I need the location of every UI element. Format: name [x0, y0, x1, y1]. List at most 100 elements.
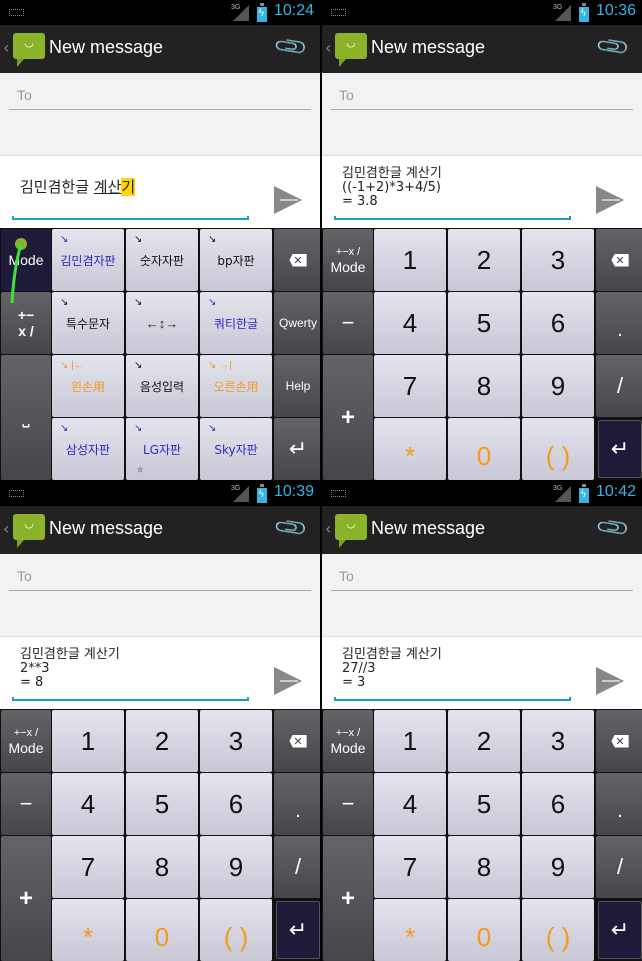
- digit-key[interactable]: 2: [448, 710, 520, 772]
- send-icon[interactable]: [274, 667, 302, 695]
- digit-key[interactable]: 4: [52, 773, 124, 835]
- signal-icon: 3G: [231, 485, 249, 502]
- digit-key[interactable]: 7: [374, 355, 446, 417]
- digit-key[interactable]: 8: [448, 355, 520, 417]
- space-key[interactable]: ⎵: [1, 355, 51, 480]
- mode-key[interactable]: +−x / Mode: [323, 229, 373, 291]
- operator-key[interactable]: *: [374, 418, 446, 480]
- operator-key[interactable]: *: [374, 899, 446, 961]
- layout-key[interactable]: ↘ Sky자판: [200, 418, 272, 480]
- back-icon[interactable]: ‹: [325, 38, 331, 57]
- messaging-app-icon[interactable]: ◡: [13, 33, 45, 67]
- digit-key[interactable]: 2: [448, 229, 520, 291]
- mode-key[interactable]: +−x / Mode: [323, 710, 373, 772]
- plus-key[interactable]: +: [1, 836, 51, 961]
- messaging-app-icon[interactable]: ◡: [13, 514, 45, 548]
- digit-key[interactable]: 1: [374, 710, 446, 772]
- attach-icon[interactable]: 📎: [595, 29, 632, 66]
- mode-key[interactable]: +−x / Mode: [1, 710, 51, 772]
- digit-key[interactable]: 6: [522, 292, 594, 354]
- digit-key[interactable]: 8: [448, 836, 520, 898]
- message-input-text[interactable]: 김민겸한글 계산기: [20, 178, 136, 196]
- digit-key[interactable]: 7: [374, 836, 446, 898]
- plus-key[interactable]: +: [323, 355, 373, 480]
- backspace-key[interactable]: ✕: [596, 710, 642, 772]
- minus-key[interactable]: −: [323, 773, 373, 835]
- qwerty-key[interactable]: Qwerty: [274, 292, 320, 354]
- digit-key[interactable]: 1: [374, 229, 446, 291]
- digit-key[interactable]: 1: [52, 710, 124, 772]
- to-field[interactable]: To: [9, 566, 311, 591]
- layout-key[interactable]: ↘ 숫자자판: [126, 229, 198, 291]
- digit-key[interactable]: 5: [448, 292, 520, 354]
- layout-key[interactable]: ↘ 특수문자: [52, 292, 124, 354]
- digit-key[interactable]: 9: [200, 836, 272, 898]
- digit-key[interactable]: 6: [200, 773, 272, 835]
- minus-key[interactable]: −: [1, 773, 51, 835]
- layout-key[interactable]: ↘ bp자판: [200, 229, 272, 291]
- backspace-key[interactable]: ✕: [596, 229, 642, 291]
- messaging-app-icon[interactable]: ◡: [335, 33, 367, 67]
- dot-key[interactable]: .: [596, 292, 642, 354]
- layout-key[interactable]: ↘ 쿼티한글: [200, 292, 272, 354]
- slash-key[interactable]: /: [596, 836, 642, 898]
- back-icon[interactable]: ‹: [3, 519, 9, 538]
- dot-key[interactable]: .: [596, 773, 642, 835]
- to-field[interactable]: To: [331, 566, 633, 591]
- layout-key[interactable]: ↘ 음성입력: [126, 355, 198, 417]
- operator-key[interactable]: 0: [126, 899, 198, 961]
- message-input-text[interactable]: 김민겸한글 계산기 ((-1+2)*3+4/5) = 3.8: [342, 167, 442, 209]
- attach-icon[interactable]: 📎: [273, 29, 310, 66]
- slash-key[interactable]: /: [596, 355, 642, 417]
- message-composer: 김민겸한글 계산기 2**3 = 8: [0, 636, 320, 709]
- operator-key[interactable]: ( ): [522, 899, 594, 961]
- digit-key[interactable]: 7: [52, 836, 124, 898]
- digit-key[interactable]: 5: [448, 773, 520, 835]
- send-icon[interactable]: [274, 186, 302, 214]
- enter-key[interactable]: ↵: [276, 901, 320, 959]
- digit-key[interactable]: 8: [126, 836, 198, 898]
- layout-key[interactable]: ↘ 삼성자판: [52, 418, 124, 480]
- attach-icon[interactable]: 📎: [595, 510, 632, 547]
- attach-icon[interactable]: 📎: [273, 510, 310, 547]
- digit-key[interactable]: 9: [522, 836, 594, 898]
- send-icon[interactable]: [596, 667, 624, 695]
- backspace-key[interactable]: ✕: [274, 229, 320, 291]
- to-field[interactable]: To: [9, 85, 311, 110]
- to-field[interactable]: To: [331, 85, 633, 110]
- message-input-text[interactable]: 김민겸한글 계산기 27//3 = 3: [342, 648, 442, 690]
- plus-key[interactable]: +: [323, 836, 373, 961]
- digit-key[interactable]: 9: [522, 355, 594, 417]
- operator-key[interactable]: 0: [448, 418, 520, 480]
- layout-key[interactable]: ↘ ←↕→: [126, 292, 198, 354]
- slash-key[interactable]: /: [274, 836, 320, 898]
- back-icon[interactable]: ‹: [3, 38, 9, 57]
- send-icon[interactable]: [596, 186, 624, 214]
- help-key[interactable]: Help: [274, 355, 320, 417]
- operator-key[interactable]: ( ): [522, 418, 594, 480]
- operator-key[interactable]: *: [52, 899, 124, 961]
- layout-key[interactable]: ↘ 김민겸자판: [52, 229, 124, 291]
- back-icon[interactable]: ‹: [325, 519, 331, 538]
- layout-key[interactable]: ↘ LG자판 ㅎ: [126, 418, 198, 480]
- digit-key[interactable]: 4: [374, 773, 446, 835]
- layout-key[interactable]: ↘ →| 오른손用: [200, 355, 272, 417]
- dot-key[interactable]: .: [274, 773, 320, 835]
- digit-key[interactable]: 6: [522, 773, 594, 835]
- minus-key[interactable]: −: [323, 292, 373, 354]
- layout-key[interactable]: ↘ |← 왼손用: [52, 355, 124, 417]
- digit-key[interactable]: 4: [374, 292, 446, 354]
- operator-key[interactable]: ( ): [200, 899, 272, 961]
- enter-key[interactable]: ↵: [274, 418, 320, 480]
- digit-key[interactable]: 3: [522, 710, 594, 772]
- messaging-app-icon[interactable]: ◡: [335, 514, 367, 548]
- digit-key[interactable]: 2: [126, 710, 198, 772]
- digit-key[interactable]: 3: [200, 710, 272, 772]
- operator-key[interactable]: 0: [448, 899, 520, 961]
- message-input-text[interactable]: 김민겸한글 계산기 2**3 = 8: [20, 648, 120, 690]
- digit-key[interactable]: 3: [522, 229, 594, 291]
- enter-key[interactable]: ↵: [598, 901, 642, 959]
- backspace-key[interactable]: ✕: [274, 710, 320, 772]
- digit-key[interactable]: 5: [126, 773, 198, 835]
- enter-key[interactable]: ↵: [598, 420, 642, 478]
